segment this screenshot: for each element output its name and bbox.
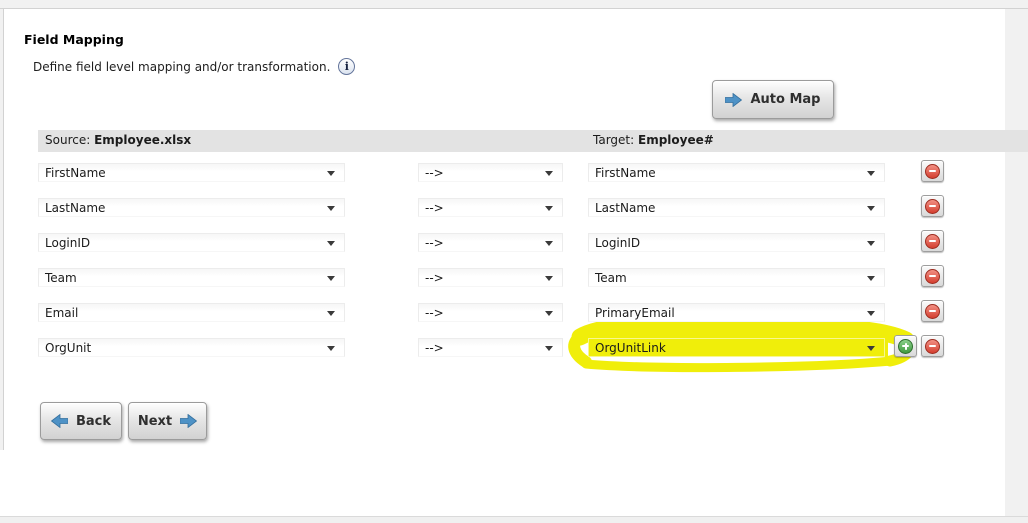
operator-dropdown-5[interactable]: --> — [418, 338, 563, 357]
add-mapping-button-5-icon — [898, 339, 913, 354]
remove-mapping-button-5[interactable] — [921, 335, 944, 357]
target-field-dropdown-5[interactable]: OrgUnitLink — [588, 338, 885, 357]
target-field-dropdown-2-value: LoginID — [595, 236, 640, 250]
source-field-dropdown-0[interactable]: FirstName — [38, 163, 345, 182]
target-header: Target: Employee# — [593, 133, 714, 147]
operator-dropdown-0[interactable]: --> — [418, 163, 563, 182]
source-field-dropdown-5[interactable]: OrgUnit — [38, 338, 345, 357]
chevron-down-icon — [327, 171, 335, 176]
source-field-dropdown-1[interactable]: LastName — [38, 198, 345, 217]
page-subtitle: Define field level mapping and/or transf… — [33, 58, 355, 75]
operator-dropdown-5-value: --> — [425, 341, 444, 355]
operator-dropdown-0-value: --> — [425, 166, 444, 180]
auto-map-label: Auto Map — [750, 92, 820, 107]
bottom-gutter — [0, 516, 1028, 523]
next-label: Next — [138, 414, 172, 429]
remove-mapping-button-4[interactable] — [921, 300, 944, 322]
target-field-dropdown-4-value: PrimaryEmail — [595, 306, 675, 320]
page-subtitle-text: Define field level mapping and/or transf… — [33, 60, 330, 74]
chevron-down-icon — [545, 346, 553, 351]
remove-mapping-button-0[interactable] — [921, 160, 944, 182]
chevron-down-icon — [327, 311, 335, 316]
target-field-dropdown-3-value: Team — [595, 271, 627, 285]
operator-dropdown-4-value: --> — [425, 306, 444, 320]
next-button[interactable]: Next — [128, 402, 207, 440]
source-field-dropdown-0-value: FirstName — [45, 166, 106, 180]
source-field-dropdown-4[interactable]: Email — [38, 303, 345, 322]
source-field-dropdown-2-value: LoginID — [45, 236, 90, 250]
operator-dropdown-3-value: --> — [425, 271, 444, 285]
mapping-header-bar: Source: Employee.xlsx Target: Employee# — [38, 130, 1028, 152]
arrow-right-icon — [725, 93, 742, 107]
auto-map-button[interactable]: Auto Map — [712, 80, 834, 119]
chevron-down-icon — [867, 171, 875, 176]
target-entity-name: Employee# — [638, 133, 714, 147]
remove-mapping-button-2-icon — [925, 234, 940, 249]
remove-mapping-button-2[interactable] — [921, 230, 944, 252]
field-mapping-screen: Field Mapping Define field level mapping… — [0, 0, 1028, 523]
right-gutter — [1005, 9, 1028, 523]
remove-mapping-button-1[interactable] — [921, 195, 944, 217]
chevron-down-icon — [545, 311, 553, 316]
info-icon[interactable]: i — [338, 58, 355, 75]
operator-dropdown-4[interactable]: --> — [418, 303, 563, 322]
operator-dropdown-3[interactable]: --> — [418, 268, 563, 287]
target-field-dropdown-5-value: OrgUnitLink — [595, 341, 666, 355]
chevron-down-icon — [327, 346, 335, 351]
source-field-dropdown-4-value: Email — [45, 306, 78, 320]
chevron-down-icon — [867, 311, 875, 316]
chevron-down-icon — [545, 171, 553, 176]
arrow-left-icon — [51, 414, 68, 428]
operator-dropdown-1-value: --> — [425, 201, 444, 215]
chevron-down-icon — [327, 276, 335, 281]
left-gutter — [0, 9, 4, 450]
remove-mapping-button-5-icon — [925, 339, 940, 354]
target-field-dropdown-0[interactable]: FirstName — [588, 163, 885, 182]
chevron-down-icon — [327, 241, 335, 246]
chevron-down-icon — [867, 241, 875, 246]
remove-mapping-button-3-icon — [925, 269, 940, 284]
remove-mapping-button-1-icon — [925, 199, 940, 214]
chevron-down-icon — [327, 206, 335, 211]
source-field-dropdown-3[interactable]: Team — [38, 268, 345, 287]
back-button[interactable]: Back — [40, 402, 122, 440]
remove-mapping-button-4-icon — [925, 304, 940, 319]
operator-dropdown-2-value: --> — [425, 236, 444, 250]
target-field-dropdown-0-value: FirstName — [595, 166, 656, 180]
chevron-down-icon — [867, 206, 875, 211]
back-label: Back — [76, 414, 111, 429]
top-gutter — [0, 0, 1028, 9]
source-field-dropdown-3-value: Team — [45, 271, 77, 285]
chevron-down-icon — [545, 206, 553, 211]
chevron-down-icon — [545, 276, 553, 281]
remove-mapping-button-0-icon — [925, 164, 940, 179]
source-file-name: Employee.xlsx — [94, 133, 191, 147]
page-title: Field Mapping — [24, 32, 124, 47]
chevron-down-icon — [545, 241, 553, 246]
source-header-label: Source: — [45, 133, 90, 147]
source-field-dropdown-1-value: LastName — [45, 201, 105, 215]
target-field-dropdown-2[interactable]: LoginID — [588, 233, 885, 252]
operator-dropdown-1[interactable]: --> — [418, 198, 563, 217]
source-header: Source: Employee.xlsx — [45, 133, 191, 147]
source-field-dropdown-5-value: OrgUnit — [45, 341, 91, 355]
operator-dropdown-2[interactable]: --> — [418, 233, 563, 252]
target-field-dropdown-3[interactable]: Team — [588, 268, 885, 287]
target-field-dropdown-1-value: LastName — [595, 201, 655, 215]
arrow-right-icon — [180, 414, 197, 428]
source-field-dropdown-2[interactable]: LoginID — [38, 233, 345, 252]
target-header-label: Target: — [593, 133, 634, 147]
chevron-down-icon — [867, 276, 875, 281]
add-mapping-button-5[interactable] — [894, 335, 917, 357]
remove-mapping-button-3[interactable] — [921, 265, 944, 287]
chevron-down-icon — [867, 346, 875, 351]
target-field-dropdown-1[interactable]: LastName — [588, 198, 885, 217]
target-field-dropdown-4[interactable]: PrimaryEmail — [588, 303, 885, 322]
